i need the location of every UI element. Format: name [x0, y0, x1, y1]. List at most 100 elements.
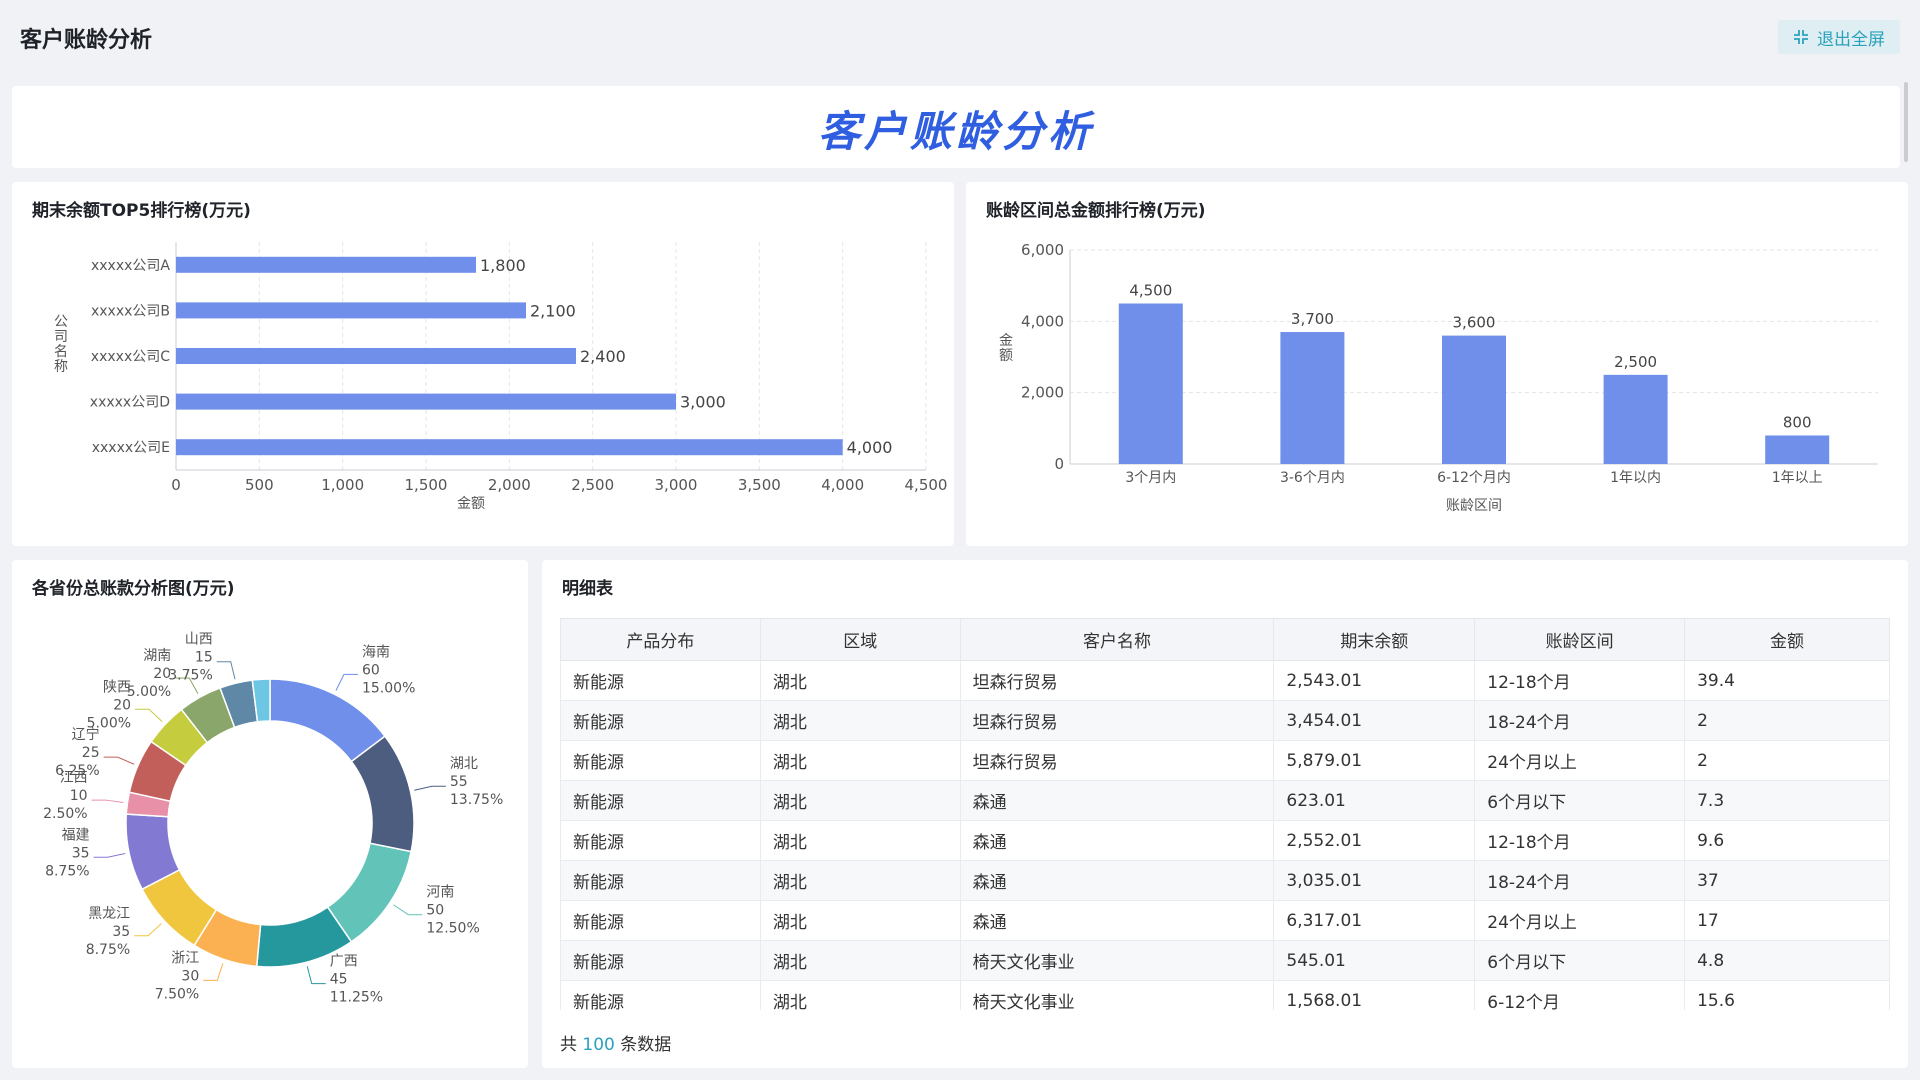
x-tick-label: 6-12个月内	[1437, 470, 1511, 486]
page-title: 客户账龄分析	[20, 28, 153, 53]
table-cell: 湖北	[760, 940, 961, 981]
province-donut-chart: 海南 60 15.00% 湖北 55 13.75% 河南 50 12.50% 广西 45 11.25%…	[43, 632, 503, 1006]
bar-value-label: 2,500	[1614, 353, 1657, 371]
y-tick-label: xxxxx公司C	[91, 349, 170, 365]
bar	[1603, 374, 1668, 464]
donut-label-line	[414, 785, 446, 791]
table-cell: 湖北	[760, 820, 961, 861]
x-tick-label: 1年以内	[1610, 470, 1661, 486]
bar	[1280, 332, 1345, 464]
exit-fullscreen-button[interactable]: 退出全屏	[1778, 20, 1900, 54]
table-cell: 新能源	[560, 660, 761, 701]
y-axis-label: 金额	[999, 333, 1013, 364]
banner-title: 客户账龄分析	[817, 107, 1094, 156]
x-tick-label: 3-6个月内	[1280, 470, 1345, 486]
table-cell: 2,552.01	[1273, 820, 1476, 861]
table-cell: 7.3	[1684, 780, 1890, 821]
table-cell: 椅天文化事业	[960, 980, 1275, 1010]
bar-value-label: 3,000	[680, 393, 726, 412]
table-row[interactable]: 新能源 湖北 森通 2,552.01 12-18个月 9.6	[560, 820, 1890, 861]
donut-slice-label: 黑龙江 35 8.75%	[86, 906, 130, 958]
aging-panel: 账龄区间总金额排行榜(万元) 0 2,000 4,000 6,000 4,500 3个月内…	[966, 182, 1908, 546]
y-tick-label: xxxxx公司B	[91, 303, 170, 319]
province-panel: 各省份总账款分析图(万元) 海南 60 15.00% 湖北 55 13.75% 河南 50 12…	[12, 560, 528, 1068]
table-row[interactable]: 新能源 湖北 森通 6,317.01 24个月以上 17	[560, 900, 1890, 941]
x-tick-label: 1,500	[405, 476, 448, 494]
column-header[interactable]: 金额	[1684, 618, 1890, 661]
table-row[interactable]: 新能源 湖北 森通 3,035.01 18-24个月 37	[560, 860, 1890, 901]
table-cell: 森通	[960, 820, 1275, 861]
table-cell: 新能源	[560, 860, 761, 901]
donut-slice-label: 辽宁 25 6.25%	[55, 726, 99, 779]
y-tick-label: 0	[1054, 455, 1064, 473]
table-row[interactable]: 新能源 湖北 坦森行贸易 2,543.01 12-18个月 39.4	[560, 660, 1890, 701]
bar-value-label: 1,800	[480, 256, 526, 275]
detail-title: 明细表	[562, 579, 613, 599]
bar-value-label: 2,400	[580, 347, 626, 366]
table-row[interactable]: 新能源 湖北 坦森行贸易 5,879.01 24个月以上 2	[560, 740, 1890, 781]
table-cell: 24个月以上	[1474, 740, 1686, 781]
table-cell: 12-18个月	[1474, 820, 1686, 861]
table-cell: 6个月以下	[1474, 940, 1686, 981]
donut-label-line	[135, 708, 163, 722]
column-header[interactable]: 客户名称	[959, 618, 1275, 661]
table-cell: 3,454.01	[1273, 700, 1476, 741]
table-body: 新能源 湖北 坦森行贸易 2,543.01 12-18个月 39.4 新能源 湖北 坦森行贸易 3…	[560, 660, 1890, 1010]
table-cell: 森通	[960, 860, 1275, 901]
detail-table-scroll[interactable]: 产品分布 区域 客户名称 期末余额 账龄区间 金额 新能源 湖北 坦森行贸易 2,543.01 1…	[560, 618, 1890, 1010]
bar	[176, 439, 843, 456]
donut-label-line	[216, 661, 236, 680]
table-cell: 森通	[960, 900, 1275, 941]
column-header[interactable]: 区域	[759, 618, 961, 661]
column-header[interactable]: 期末余额	[1273, 618, 1476, 661]
column-header[interactable]: 产品分布	[560, 618, 761, 661]
record-count: 共 100 条数据	[560, 1030, 671, 1055]
donut-slice-label: 广西 45 11.25%	[330, 954, 383, 1006]
table-row[interactable]: 新能源 湖北 椅天文化事业 545.01 6个月以下 4.8	[560, 940, 1890, 981]
y-tick-label: xxxxx公司D	[90, 395, 170, 411]
y-tick-label: xxxxx公司A	[91, 258, 170, 274]
donut-slice-label: 陕西 20 5.00%	[87, 679, 131, 731]
table-row[interactable]: 新能源 湖北 椅天文化事业 1,568.01 6-12个月 15.6	[560, 980, 1890, 1010]
bar	[1118, 303, 1183, 464]
table-cell: 545.01	[1273, 940, 1476, 981]
donut-label-line	[393, 904, 423, 916]
x-tick-label: 1,000	[321, 476, 364, 494]
donut-label-line	[103, 756, 135, 765]
donut-slice-label: 湖南 20 5.00%	[127, 648, 171, 700]
count-prefix: 共	[560, 1035, 577, 1055]
donut-slice	[350, 735, 415, 853]
x-tick-label: 3,500	[738, 476, 781, 494]
donut-slice-label: 山西 15 3.75%	[168, 632, 212, 684]
x-tick-label: 0	[171, 476, 181, 494]
table-cell: 湖北	[760, 740, 961, 781]
column-header[interactable]: 账龄区间	[1474, 618, 1686, 661]
bar-value-label: 3,600	[1453, 314, 1496, 332]
donut-label-line	[91, 799, 124, 804]
table-row[interactable]: 新能源 湖北 森通 623.01 6个月以下 7.3	[560, 780, 1890, 821]
table-header-row: 产品分布 区域 客户名称 期末余额 账龄区间 金额	[560, 618, 1890, 661]
table-cell: 湖北	[760, 900, 961, 941]
x-tick-label: 2,500	[571, 476, 614, 494]
aging-chart: 0 2,000 4,000 6,000 4,500 3个月内 3,700 3-6个月内 3,60…	[999, 241, 1878, 514]
table-cell: 623.01	[1273, 780, 1476, 821]
table-cell: 新能源	[560, 980, 761, 1010]
table-cell: 湖北	[760, 980, 961, 1010]
donut-slice-label: 海南 60 15.00%	[362, 644, 415, 696]
top5-chart: 0 500 1,000 1,500 2,000 2,500 3,000 3,500 4,000 4…	[54, 242, 947, 512]
table-cell: 6-12个月	[1474, 980, 1686, 1010]
table-cell: 17	[1684, 900, 1890, 941]
x-tick-label: 2,000	[488, 476, 531, 494]
table-cell: 3,035.01	[1273, 860, 1476, 901]
table-cell: 坦森行贸易	[960, 700, 1275, 741]
table-cell: 新能源	[560, 820, 761, 861]
table-cell: 5,879.01	[1273, 740, 1476, 781]
x-tick-label: 4,000	[821, 476, 864, 494]
table-cell: 新能源	[560, 740, 761, 781]
bar	[176, 393, 676, 410]
table-row[interactable]: 新能源 湖北 坦森行贸易 3,454.01 18-24个月 2	[560, 700, 1890, 741]
page-scrollbar[interactable]	[1904, 82, 1908, 162]
table-cell: 新能源	[560, 900, 761, 941]
donut-label-line	[335, 673, 358, 691]
top-bar: 客户账龄分析 退出全屏	[0, 0, 1920, 76]
